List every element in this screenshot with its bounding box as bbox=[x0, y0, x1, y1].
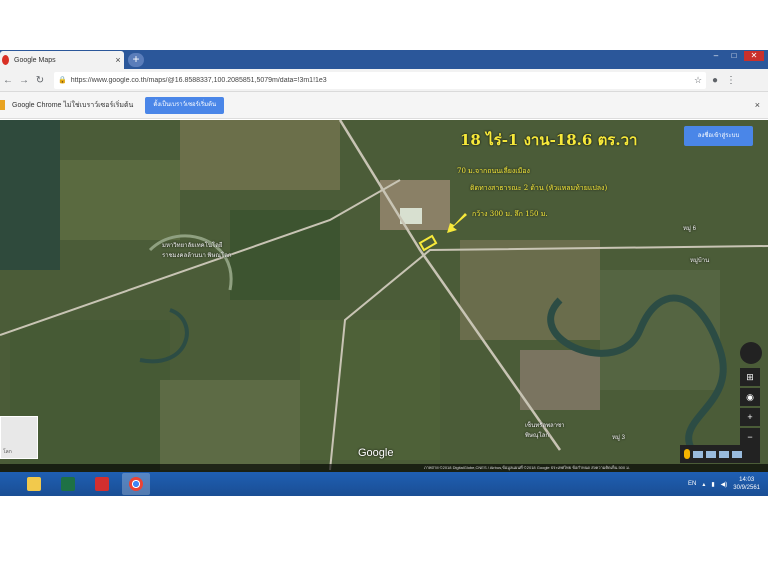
profile-icon[interactable]: ● bbox=[706, 75, 724, 86]
browser-toolbar: ← → ↻ 🔒 https://www.google.co.th/maps/@1… bbox=[0, 69, 768, 92]
volume-icon[interactable]: ◀) bbox=[721, 481, 728, 488]
road-access-note: ติดทางสาธารณะ 2 ด้าน (หัวแหลมท้ายแปลง) bbox=[470, 184, 608, 192]
new-tab-button[interactable]: + bbox=[128, 53, 144, 67]
place-label-university[interactable]: มหาวิทยาลัยเทคโนโลยีราชมงคลล้านนา พิษณุโ… bbox=[162, 240, 232, 260]
zoom-in-button[interactable]: + bbox=[740, 408, 760, 426]
screen: Google Maps × + – □ ✕ ← → ↻ 🔒 https://ww… bbox=[0, 50, 768, 496]
tab-google-maps[interactable]: Google Maps × bbox=[0, 51, 124, 69]
back-icon[interactable]: ← bbox=[0, 75, 16, 86]
satellite-imagery bbox=[0, 120, 768, 472]
minimize-icon[interactable]: – bbox=[708, 51, 724, 61]
taskbar-chrome[interactable] bbox=[122, 473, 150, 495]
url-text[interactable]: https://www.google.co.th/maps/@16.858833… bbox=[71, 77, 690, 84]
compass-icon[interactable] bbox=[740, 342, 762, 364]
set-default-button[interactable]: ตั้งเป็นเบราว์เซอร์เริ่มต้น bbox=[145, 96, 225, 114]
menu-icon[interactable]: ⋮ bbox=[724, 75, 738, 86]
land-size-headline: 18 ไร่-1 งาน-18.6 ตร.วา bbox=[460, 131, 638, 149]
my-location-icon[interactable]: ◉ bbox=[740, 388, 760, 406]
zoom-out-button[interactable]: − bbox=[740, 428, 760, 446]
pegman-icon[interactable] bbox=[684, 449, 690, 459]
network-icon[interactable]: ▮ bbox=[711, 481, 714, 488]
tab-title: Google Maps bbox=[14, 56, 56, 64]
taskbar-excel[interactable] bbox=[54, 473, 82, 495]
taskbar-acrobat[interactable] bbox=[88, 473, 116, 495]
window-close-icon[interactable]: ✕ bbox=[744, 51, 764, 61]
maximize-icon[interactable]: □ bbox=[726, 51, 742, 61]
thumbnail-label: โลก bbox=[3, 449, 12, 455]
layer-thumb-4[interactable] bbox=[732, 450, 742, 458]
start-button[interactable] bbox=[0, 473, 14, 495]
map-type-thumbnail[interactable]: โลก bbox=[0, 416, 38, 459]
tab-strip: Google Maps × + – □ ✕ bbox=[0, 50, 768, 69]
tab-close-icon[interactable]: × bbox=[112, 55, 124, 65]
infobar-close-icon[interactable]: × bbox=[755, 100, 760, 110]
bookmark-star-icon[interactable]: ☆ bbox=[690, 75, 706, 86]
place-label-central[interactable]: เซ็นทรัลพลาซา พิษณุโลก bbox=[525, 420, 585, 440]
signin-button[interactable]: ลงชื่อเข้าสู่ระบบ bbox=[684, 126, 753, 146]
place-label-village[interactable]: หมู่บ้าน bbox=[690, 255, 709, 265]
lock-icon: 🔒 bbox=[58, 77, 67, 84]
google-logo: Google bbox=[358, 447, 394, 459]
system-tray: EN ▴ ▮ ◀) 14:03 30/9/2561 bbox=[688, 472, 760, 496]
pointer-arrow-icon bbox=[447, 213, 467, 233]
dimensions-note: กว้าง 300 ม. ลึก 150 ม. bbox=[472, 210, 548, 218]
layer-thumb-1[interactable] bbox=[693, 450, 703, 458]
place-label-moo6[interactable]: หมู่ 6 bbox=[683, 223, 696, 233]
tray-chevron-icon[interactable]: ▴ bbox=[702, 481, 705, 488]
clock-date: 30/9/2561 bbox=[733, 485, 760, 491]
windows-taskbar: EN ▴ ▮ ◀) 14:03 30/9/2561 bbox=[0, 472, 768, 496]
place-label-moo3[interactable]: หมู่ 3 bbox=[612, 432, 625, 442]
chrome-icon bbox=[129, 477, 143, 491]
clock[interactable]: 14:03 30/9/2561 bbox=[733, 476, 760, 492]
address-bar[interactable]: 🔒 https://www.google.co.th/maps/@16.8588… bbox=[54, 71, 706, 89]
maps-favicon-icon bbox=[2, 55, 9, 65]
satellite-map[interactable]: มหาวิทยาลัยเทคโนโลยีราชมงคลล้านนา พิษณุโ… bbox=[0, 120, 768, 472]
info-icon bbox=[0, 100, 5, 110]
map-controls: ⊞ ◉ + − bbox=[740, 368, 762, 448]
tilt-icon[interactable]: ⊞ bbox=[740, 368, 760, 386]
map-footer: ภาพถ่าย ©2018 DigitalGlobe,CNES / Airbus… bbox=[0, 464, 768, 472]
excel-icon bbox=[61, 477, 75, 491]
distance-note: 70 ม.จากถนนเลี่ยงเมือง bbox=[457, 167, 530, 175]
infobar-message: Google Chrome ไม่ใช่เบราว์เซอร์เริ่มต้น bbox=[12, 101, 134, 109]
window-controls: – □ ✕ bbox=[708, 51, 764, 61]
acrobat-icon bbox=[95, 477, 109, 491]
forward-icon[interactable]: → bbox=[16, 75, 32, 86]
taskbar-explorer[interactable] bbox=[20, 473, 48, 495]
folder-icon bbox=[27, 477, 41, 491]
layer-thumb-2[interactable] bbox=[706, 450, 716, 458]
layers-bar bbox=[680, 445, 760, 463]
layer-thumb-3[interactable] bbox=[719, 450, 729, 458]
reload-icon[interactable]: ↻ bbox=[32, 75, 48, 86]
language-indicator[interactable]: EN bbox=[688, 481, 696, 487]
clock-time: 14:03 bbox=[739, 477, 755, 483]
default-browser-infobar: Google Chrome ไม่ใช่เบราว์เซอร์เริ่มต้น … bbox=[0, 92, 768, 119]
